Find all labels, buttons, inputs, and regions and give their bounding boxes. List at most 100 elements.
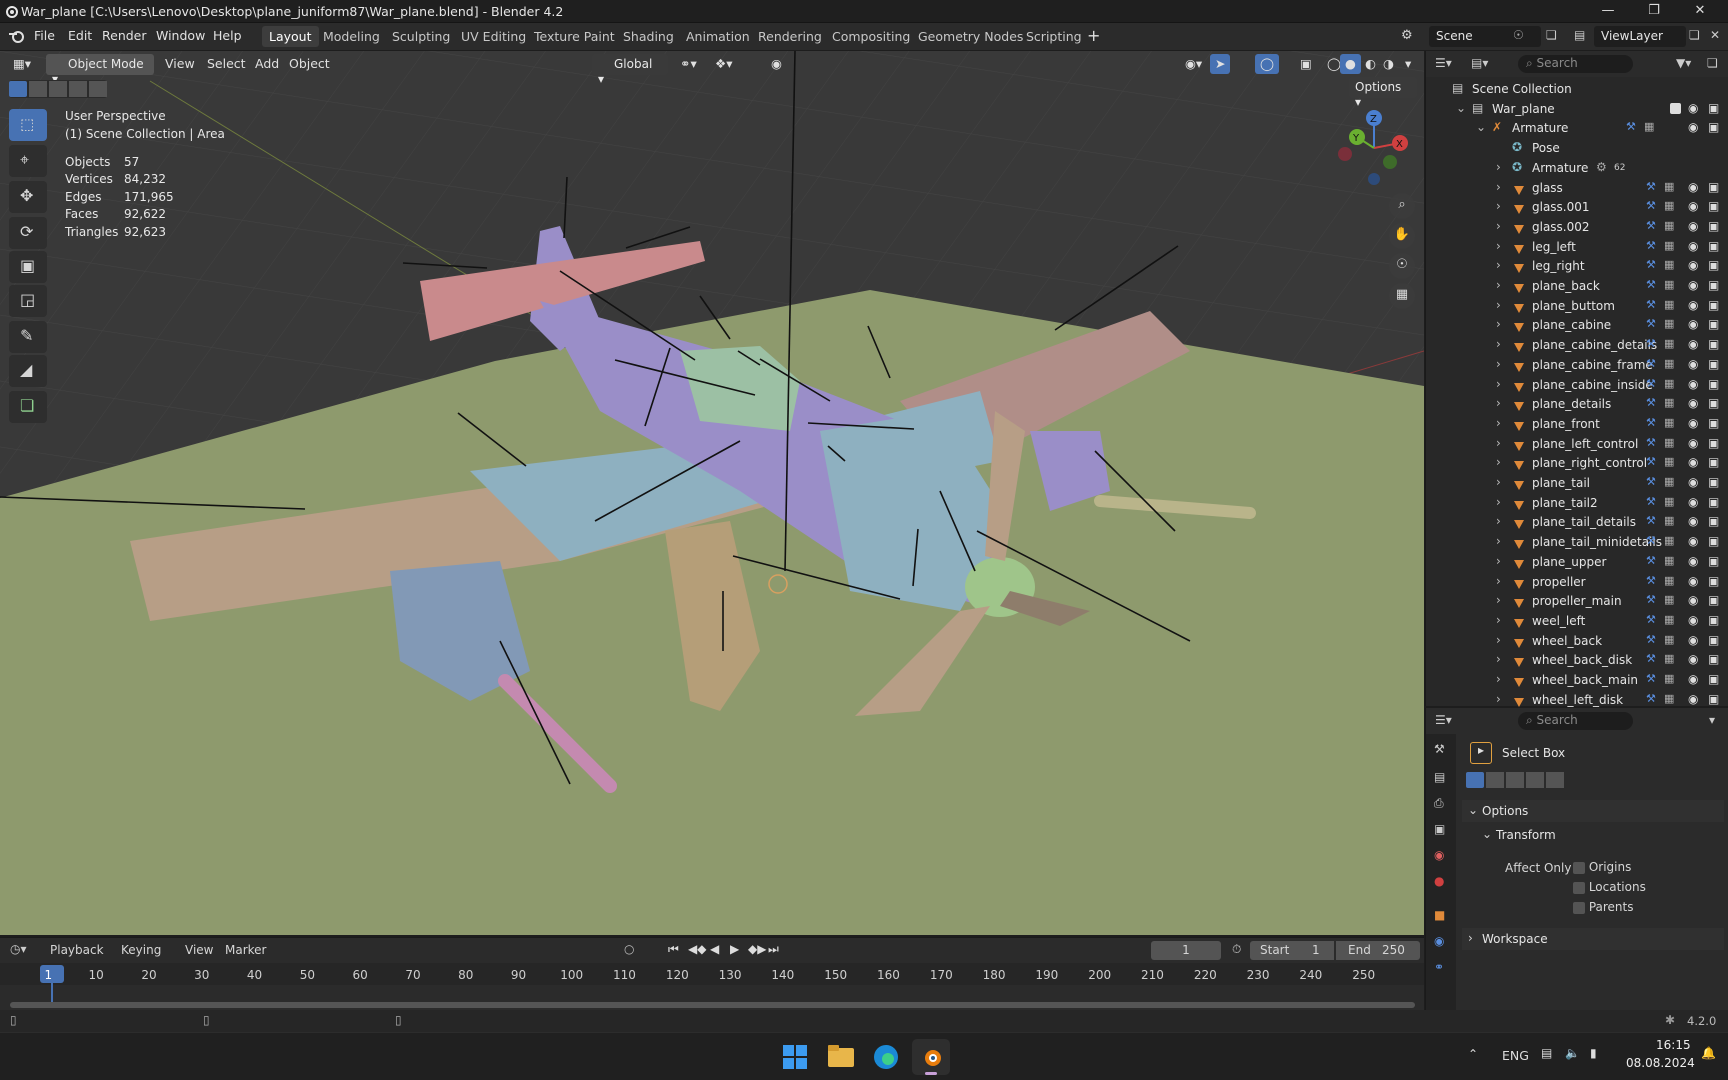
- render-camera-icon[interactable]: ▣: [1708, 534, 1719, 548]
- rendered-shading-icon[interactable]: ◑: [1378, 54, 1399, 74]
- tool-measure[interactable]: ◢: [9, 355, 47, 387]
- display-mode-icon[interactable]: ▤▾: [1471, 56, 1488, 70]
- prev-keyframe-icon[interactable]: ◀◆: [688, 942, 706, 956]
- tab-compositing[interactable]: Compositing: [825, 26, 917, 47]
- render-camera-icon[interactable]: ▣: [1708, 475, 1719, 489]
- menu-help[interactable]: Help: [213, 28, 242, 43]
- chevron-right-icon[interactable]: ›: [1496, 377, 1501, 391]
- render-camera-icon[interactable]: ▣: [1708, 298, 1719, 312]
- chevron-right-icon[interactable]: ›: [1496, 317, 1501, 331]
- chevron-right-icon[interactable]: ›: [1496, 298, 1501, 312]
- options-section[interactable]: ⌄ Options: [1462, 800, 1724, 822]
- chevron-right-icon[interactable]: ›: [1496, 436, 1501, 450]
- mode-extend-icon[interactable]: [1486, 772, 1504, 788]
- modifier-icon[interactable]: ⚒: [1646, 396, 1656, 409]
- render-tab-icon[interactable]: ▤: [1434, 770, 1445, 784]
- outliner-item[interactable]: › plane_tail_minidetails ⚒ ▦ ◉ ▣: [1426, 533, 1728, 551]
- vertex-groups-icon[interactable]: ▦: [1664, 633, 1674, 646]
- snap-icon[interactable]: ❖▾: [710, 54, 737, 74]
- modifier-icon[interactable]: ⚒: [1646, 298, 1656, 311]
- vertex-groups-icon[interactable]: ▦: [1664, 574, 1674, 587]
- visibility-eye-icon[interactable]: ◉: [1688, 652, 1698, 666]
- render-camera-icon[interactable]: ▣: [1708, 239, 1719, 253]
- outliner-item[interactable]: › wheel_left_disk ⚒ ▦ ◉ ▣: [1426, 691, 1728, 709]
- outliner-item[interactable]: › wheel_back_disk ⚒ ▦ ◉ ▣: [1426, 651, 1728, 669]
- mode-subtract-icon[interactable]: [1506, 772, 1524, 788]
- modifier-icon[interactable]: ⚒: [1646, 180, 1656, 193]
- workspace-section[interactable]: › Workspace: [1462, 928, 1724, 950]
- visibility-eye-icon[interactable]: ◉: [1688, 534, 1698, 548]
- tool-scale[interactable]: ▣: [9, 251, 47, 283]
- visibility-eye-icon[interactable]: ◉: [1688, 317, 1698, 331]
- outliner-item[interactable]: › plane_details ⚒ ▦ ◉ ▣: [1426, 395, 1728, 413]
- tray-chevron-icon[interactable]: ⌃: [1468, 1047, 1478, 1061]
- menu-edit[interactable]: Edit: [68, 28, 92, 43]
- pin-icon[interactable]: ☉: [1513, 28, 1524, 42]
- vertex-groups-icon[interactable]: ▦: [1664, 593, 1674, 606]
- perspective-toggle-icon[interactable]: ▦: [1389, 283, 1415, 309]
- vertex-groups-icon[interactable]: ▦: [1664, 534, 1674, 547]
- chevron-down-icon[interactable]: ⌄: [1476, 120, 1486, 134]
- vertex-groups-icon[interactable]: ▦: [1664, 652, 1674, 665]
- outliner-item[interactable]: › plane_front ⚒ ▦ ◉ ▣: [1426, 415, 1728, 433]
- chevron-right-icon[interactable]: ›: [1496, 180, 1501, 194]
- play-icon[interactable]: ▶: [730, 942, 739, 956]
- render-camera-icon[interactable]: ▣: [1708, 613, 1719, 627]
- mode-intersect-icon[interactable]: [1546, 772, 1564, 788]
- orientation-selector[interactable]: Global ▾: [592, 54, 668, 86]
- blender-menu-icon[interactable]: [8, 29, 24, 44]
- modifier-icon[interactable]: ⚒: [1646, 652, 1656, 665]
- tool-transform[interactable]: ◲: [9, 285, 47, 317]
- modifier-icon[interactable]: ⚒: [1626, 120, 1636, 133]
- render-camera-icon[interactable]: ▣: [1708, 357, 1719, 371]
- chevron-right-icon[interactable]: ›: [1496, 672, 1501, 686]
- menu-render[interactable]: Render: [102, 28, 147, 43]
- view-layer-icon[interactable]: ▤: [1574, 28, 1585, 42]
- scene-selector[interactable]: Scene ☉: [1429, 26, 1541, 47]
- outliner-item[interactable]: › plane_cabine_details ⚒ ▦ ◉ ▣: [1426, 336, 1728, 354]
- constraints-tab-icon[interactable]: ⚭: [1434, 960, 1444, 974]
- outliner-item[interactable]: › plane_upper ⚒ ▦ ◉ ▣: [1426, 553, 1728, 571]
- menu-window[interactable]: Window: [156, 28, 205, 43]
- chevron-right-icon[interactable]: ›: [1496, 455, 1501, 469]
- select-subtract-icon[interactable]: [49, 81, 67, 97]
- outliner-item[interactable]: › leg_right ⚒ ▦ ◉ ▣: [1426, 257, 1728, 275]
- camera-view-icon[interactable]: ☉: [1389, 253, 1415, 279]
- outliner-collection-war-plane[interactable]: ⌄ ▤ War_plane ◉ ▣: [1426, 100, 1728, 118]
- outliner-item[interactable]: › plane_tail_details ⚒ ▦ ◉ ▣: [1426, 513, 1728, 531]
- chevron-right-icon[interactable]: ›: [1496, 692, 1501, 706]
- render-camera-icon[interactable]: ▣: [1708, 436, 1719, 450]
- menu-object[interactable]: Object: [284, 54, 335, 74]
- tab-geometry-nodes[interactable]: Geometry Nodes: [911, 26, 1030, 47]
- visibility-eye-icon[interactable]: ◉: [1688, 672, 1698, 686]
- tool-cursor[interactable]: ⌖: [9, 145, 47, 177]
- modifier-icon[interactable]: ⚒: [1646, 416, 1656, 429]
- visibility-eye-icon[interactable]: ◉: [1688, 101, 1698, 115]
- tab-layout[interactable]: Layout: [262, 26, 319, 47]
- render-camera-icon[interactable]: ▣: [1708, 633, 1719, 647]
- vertex-groups-icon[interactable]: ▦: [1664, 396, 1674, 409]
- render-camera-icon[interactable]: ▣: [1708, 692, 1719, 706]
- world-tab-icon[interactable]: ●: [1434, 874, 1444, 888]
- render-camera-icon[interactable]: ▣: [1708, 514, 1719, 528]
- vertex-groups-icon[interactable]: ▦: [1664, 672, 1674, 685]
- scene-tab-icon[interactable]: ◉: [1434, 848, 1444, 862]
- tab-shading[interactable]: Shading: [616, 26, 681, 47]
- notifications-icon[interactable]: 🔔: [1701, 1046, 1716, 1060]
- visibility-icon[interactable]: ◉▾: [1180, 54, 1207, 74]
- volume-icon[interactable]: 🔈: [1565, 1046, 1580, 1060]
- visibility-eye-icon[interactable]: ◉: [1688, 239, 1698, 253]
- vertex-groups-icon[interactable]: ▦: [1664, 298, 1674, 311]
- language-indicator[interactable]: ENG: [1502, 1048, 1529, 1063]
- jump-end-icon[interactable]: ⏭: [768, 942, 779, 957]
- chevron-right-icon[interactable]: ›: [1496, 475, 1501, 489]
- file-explorer-icon[interactable]: [828, 1045, 854, 1067]
- vertex-groups-icon[interactable]: ▦: [1664, 514, 1674, 527]
- object-tab-icon[interactable]: ■: [1434, 908, 1445, 922]
- timeline-menu-playback[interactable]: Playback: [50, 943, 104, 957]
- outliner-item[interactable]: › plane_tail ⚒ ▦ ◉ ▣: [1426, 474, 1728, 492]
- tab-sculpting[interactable]: Sculpting: [385, 26, 457, 47]
- outliner-item[interactable]: › propeller ⚒ ▦ ◉ ▣: [1426, 573, 1728, 591]
- modifier-icon[interactable]: ⚒: [1646, 436, 1656, 449]
- chevron-right-icon[interactable]: ›: [1496, 593, 1501, 607]
